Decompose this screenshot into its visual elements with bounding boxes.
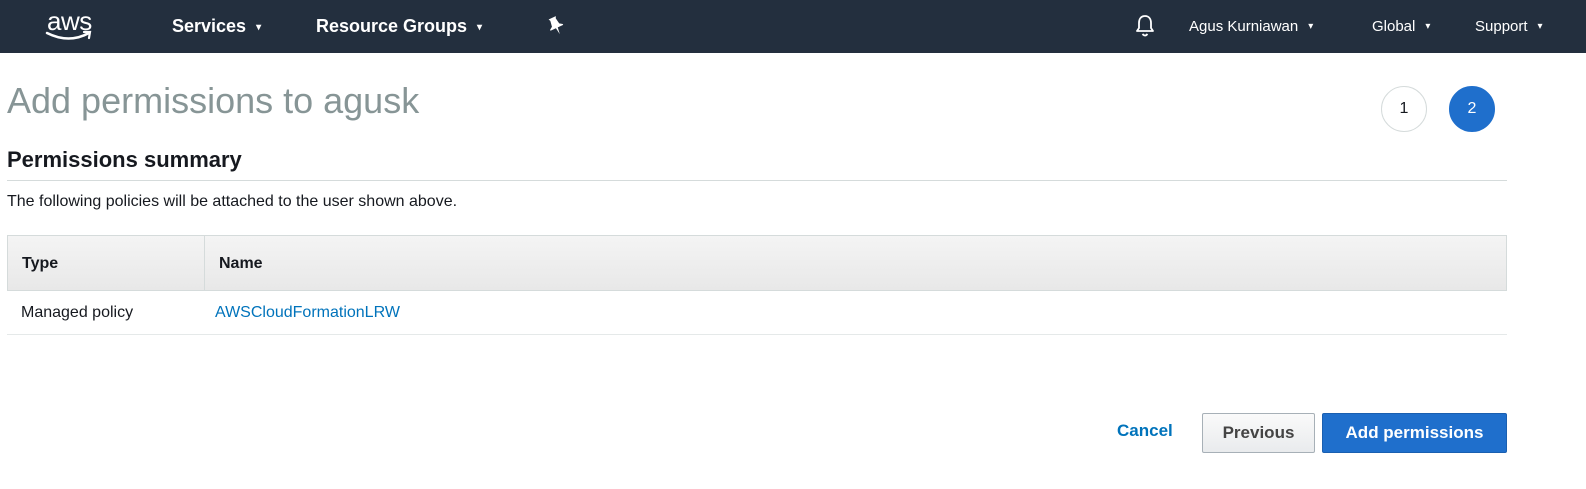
resource-groups-menu[interactable]: Resource Groups ▾: [316, 0, 482, 53]
account-name: Agus Kurniawan: [1189, 18, 1299, 35]
resource-groups-label: Resource Groups: [316, 16, 468, 36]
wizard-step-1[interactable]: 1: [1381, 86, 1427, 132]
page-title: Add permissions to agusk: [7, 80, 420, 121]
wizard-step-2-active[interactable]: 2: [1449, 86, 1495, 132]
support-menu[interactable]: Support ▾: [1475, 0, 1543, 53]
chevron-down-icon: ▾: [1537, 21, 1543, 32]
chevron-down-icon: ▾: [477, 22, 483, 33]
aws-smile-icon: [45, 30, 92, 40]
policy-name-link[interactable]: AWSCloudFormationLRW: [215, 291, 400, 335]
table-row: Managed policy AWSCloudFormationLRW: [7, 291, 1507, 335]
pin-icon[interactable]: [547, 16, 565, 36]
top-navbar: aws Services ▾ Resource Groups ▾ Agus Kurn…: [0, 0, 1586, 53]
services-menu[interactable]: Services ▾: [172, 0, 261, 53]
section-title: Permissions summary: [7, 147, 242, 172]
bell-icon[interactable]: [1135, 14, 1155, 38]
aws-logo[interactable]: aws: [44, 6, 100, 46]
services-label: Services: [172, 16, 247, 36]
column-header-type[interactable]: Type: [8, 236, 205, 290]
table-header: Type Name: [7, 235, 1507, 291]
support-label: Support: [1475, 18, 1528, 35]
column-header-name[interactable]: Name: [205, 236, 263, 290]
account-menu[interactable]: Agus Kurniawan ▾: [1189, 0, 1313, 53]
chevron-down-icon: ▾: [1425, 21, 1431, 32]
region-menu[interactable]: Global ▾: [1372, 0, 1430, 53]
policies-table: Type Name Managed policy AWSCloudFormati…: [7, 235, 1507, 335]
previous-button[interactable]: Previous: [1202, 413, 1315, 453]
cancel-button[interactable]: Cancel: [1117, 421, 1173, 441]
cell-policy-type: Managed policy: [21, 304, 134, 321]
chevron-down-icon: ▾: [1308, 21, 1314, 32]
region-label: Global: [1372, 18, 1416, 35]
summary-description: The following policies will be attached …: [7, 193, 458, 210]
add-permissions-button[interactable]: Add permissions: [1322, 413, 1507, 453]
section-divider: [7, 180, 1507, 181]
chevron-down-icon: ▾: [256, 22, 262, 33]
